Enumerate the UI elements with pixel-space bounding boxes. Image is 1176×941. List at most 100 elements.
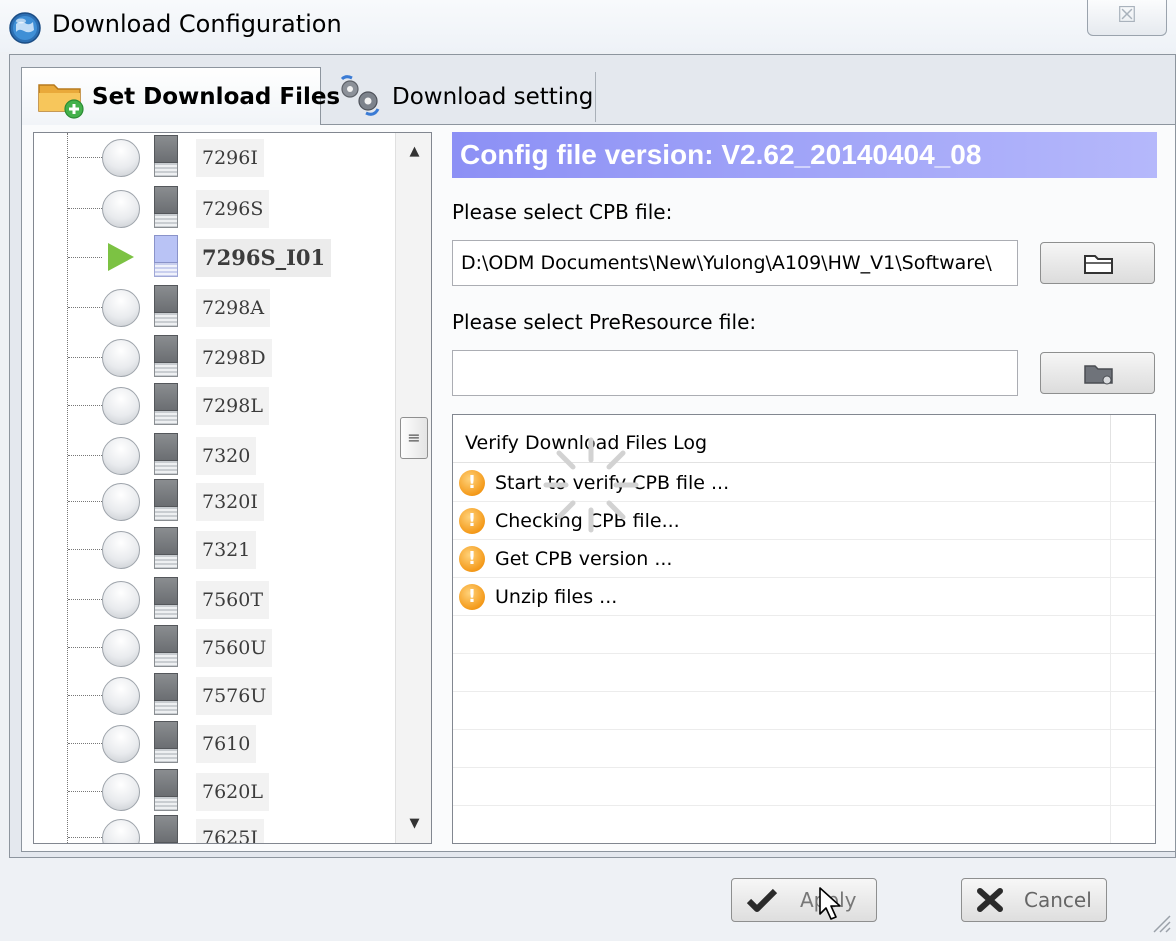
tree-branch-line — [68, 157, 102, 158]
scroll-up-arrow-icon[interactable]: ▲ — [396, 137, 431, 167]
device-icon — [154, 335, 178, 377]
log-cell — [453, 806, 1111, 843]
loading-spinner-icon — [543, 437, 639, 533]
scroll-thumb[interactable]: ≡ — [400, 417, 428, 459]
cancel-button[interactable]: Cancel — [961, 878, 1107, 922]
tree-item[interactable]: 7625I — [34, 813, 394, 843]
idle-status-icon — [102, 289, 140, 327]
tree-item[interactable]: 7298L — [34, 381, 394, 429]
tree-item[interactable]: 7298D — [34, 333, 394, 381]
preresource-file-input[interactable] — [452, 350, 1018, 396]
tree-branch-line — [68, 837, 102, 838]
tab-download-setting[interactable]: Download setting — [322, 72, 596, 122]
tree-item[interactable]: 7576U — [34, 671, 394, 719]
tree-item[interactable]: 7321 — [34, 525, 394, 573]
tree-item[interactable]: 7560U — [34, 623, 394, 671]
scroll-down-arrow-icon[interactable]: ▼ — [396, 809, 431, 839]
tree-branch-line — [68, 501, 102, 502]
title-bar: Download Configuration ☒ — [0, 0, 1176, 52]
tree-item-label: 7321 — [196, 531, 257, 569]
idle-status-icon — [102, 677, 140, 715]
tree-item-label: 7620L — [196, 773, 269, 811]
idle-status-icon — [102, 629, 140, 667]
tree-branch-line — [68, 599, 102, 600]
mouse-cursor-icon — [819, 887, 841, 920]
idle-status-icon — [102, 139, 140, 177]
idle-status-icon — [102, 387, 140, 425]
tree-item[interactable]: 7620L — [34, 767, 394, 815]
checkmark-icon — [746, 888, 778, 912]
tree-branch-line — [68, 405, 102, 406]
tree-item-label: 7298A — [196, 289, 271, 327]
globe-icon — [9, 12, 41, 44]
tree-branch-line — [68, 455, 102, 456]
tree-item[interactable]: 7320 — [34, 431, 394, 479]
tree-item[interactable]: 7296I — [34, 133, 394, 181]
idle-status-icon — [102, 819, 140, 843]
tree-item[interactable]: 7298A — [34, 283, 394, 331]
device-icon — [154, 815, 178, 843]
cpb-file-label: Please select CPB file: — [452, 200, 673, 224]
tab-set-download-files[interactable]: Set Download Files — [21, 67, 340, 125]
tree-branch-line — [68, 549, 102, 550]
idle-status-icon — [102, 437, 140, 475]
open-folder-icon — [1084, 255, 1113, 274]
tree-branch-line — [68, 647, 102, 648]
tree-item-label: 7610 — [196, 725, 257, 763]
tab-label: Set Download Files — [92, 83, 341, 110]
tree-item-label: 7296I — [196, 139, 264, 177]
tree-branch-line — [68, 743, 102, 744]
log-cell — [453, 768, 1111, 806]
tree-item[interactable]: 7296S_I01 — [34, 233, 394, 281]
tab-label: Download setting — [392, 84, 594, 110]
device-icon — [154, 625, 178, 667]
tree-item[interactable]: 7296S — [34, 184, 394, 232]
device-icon — [154, 721, 178, 763]
log-row — [453, 616, 1155, 654]
play-status-icon — [108, 243, 134, 271]
resize-grip-icon[interactable] — [1150, 912, 1172, 934]
tree-item-label: 7320 — [196, 437, 257, 475]
tree-branch-line — [68, 257, 102, 258]
log-cell — [453, 730, 1111, 768]
device-icon — [154, 186, 178, 228]
warning-icon: ! — [459, 470, 485, 496]
device-icon — [154, 433, 178, 475]
config-version-banner: Config file version: V2.62_20140404_08 — [452, 132, 1157, 178]
apply-button[interactable]: Apply — [731, 878, 877, 922]
preresource-file-label: Please select PreResource file: — [452, 310, 757, 334]
idle-status-icon — [102, 190, 140, 228]
log-cell: ! Get CPB version ... — [453, 540, 1111, 578]
tree-item[interactable]: 7560T — [34, 575, 394, 623]
tree-item-label: 7296S — [196, 190, 270, 228]
tree-item[interactable]: 7320I — [34, 477, 394, 525]
warning-icon: ! — [459, 546, 485, 572]
device-icon — [154, 577, 178, 619]
cpb-browse-button[interactable] — [1040, 242, 1155, 284]
model-tree[interactable]: 7296I 7296S 7296S_I01 7298A 7298D 7298L 7320 73… — [33, 132, 432, 844]
log-row — [453, 654, 1155, 692]
preresource-browse-button[interactable] — [1040, 352, 1155, 394]
cpb-file-input[interactable]: D:\ODM Documents\New\Yulong\A109\HW_V1\S… — [452, 240, 1018, 286]
tree-item-label: 7298D — [196, 339, 272, 377]
close-button[interactable]: ☒ — [1087, 0, 1167, 36]
gears-icon — [340, 75, 380, 116]
device-icon — [154, 235, 178, 277]
device-icon — [154, 383, 178, 425]
folder-add-icon — [38, 83, 84, 119]
device-icon — [154, 769, 178, 811]
log-row — [453, 730, 1155, 768]
idle-status-icon — [102, 773, 140, 811]
log-cell — [453, 692, 1111, 730]
tree-item-label: 7625I — [196, 819, 264, 843]
device-icon — [154, 135, 178, 177]
tree-branch-line — [68, 791, 102, 792]
tree-item[interactable]: 7610 — [34, 719, 394, 767]
log-cell — [453, 654, 1111, 692]
device-icon — [154, 285, 178, 327]
tree-branch-line — [68, 357, 102, 358]
tree-scrollbar[interactable]: ▲ ≡ ▼ — [395, 133, 431, 843]
idle-status-icon — [102, 483, 140, 521]
log-row: ! Unzip files ... — [453, 578, 1155, 616]
device-icon — [154, 527, 178, 569]
